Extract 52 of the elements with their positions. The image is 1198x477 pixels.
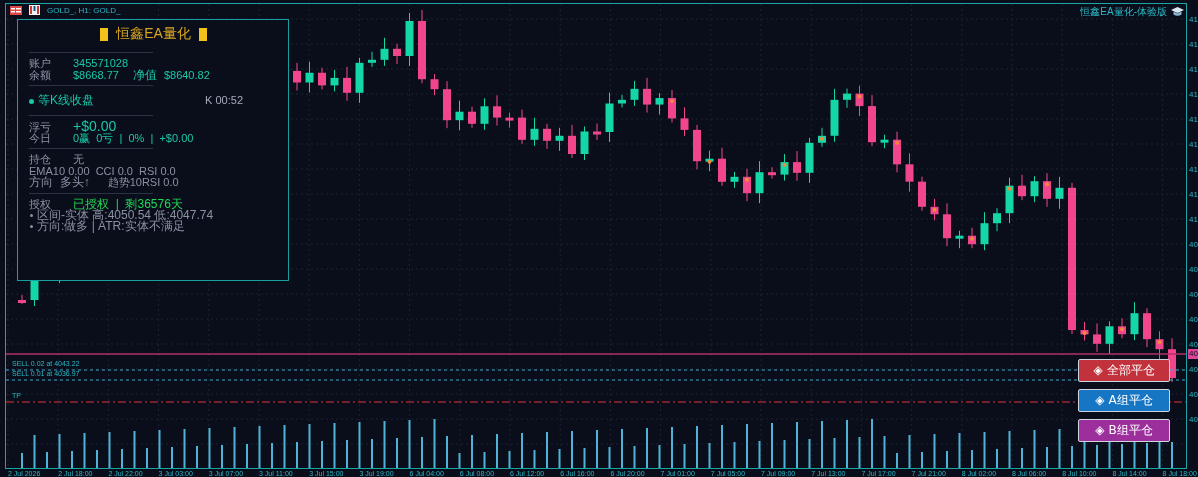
panel-title: 恒鑫EA量化 bbox=[116, 25, 191, 43]
price-axis-label: 41 bbox=[1189, 165, 1198, 174]
price-axis-label: 41 bbox=[1189, 15, 1198, 24]
price-axis-label: 40 bbox=[1189, 365, 1198, 374]
license-status: 已授权 | 剩36576天 bbox=[73, 198, 183, 210]
close-orders-button[interactable]: ◈ B组平仓 bbox=[1078, 419, 1170, 442]
account-label: 账户 bbox=[29, 58, 52, 69]
indicator-values: EMA10 0.00 CCI 0.0 RSI 0.0 bbox=[29, 165, 176, 177]
balance-value: $8668.77 bbox=[73, 69, 119, 81]
note-text: 区间-实体 高:4050.54 低:4047.74 bbox=[37, 210, 214, 221]
position-label: 持仓 bbox=[29, 154, 52, 166]
graduation-cap-icon bbox=[1171, 7, 1184, 17]
current-price-tag: 40 bbox=[1188, 349, 1198, 359]
title-marker-icon bbox=[198, 27, 207, 41]
price-axis-label: 41 bbox=[1189, 115, 1198, 124]
account-number: 345571028 bbox=[73, 58, 129, 70]
price-axis-label: 40 bbox=[1189, 290, 1198, 299]
close-orders-button[interactable]: ◈ 全部平仓 bbox=[1078, 359, 1170, 382]
equity-label: 净值 bbox=[132, 69, 157, 81]
close-orders-button[interactable]: ◈ A组平仓 bbox=[1078, 389, 1170, 412]
note-text: 方向:做多 | ATR:实体不满足 bbox=[37, 221, 185, 232]
today-stats: 0赢 0亏 | 0% | +$0.00 bbox=[73, 132, 194, 144]
brand-title: 恒鑫EA量化-体验版 bbox=[1080, 5, 1167, 19]
bar-timer: K 00:52 bbox=[205, 95, 243, 107]
price-axis-label: 40 bbox=[1189, 265, 1198, 274]
position-value: 无 bbox=[73, 154, 85, 166]
price-axis-label: 40 bbox=[1189, 340, 1198, 349]
price-axis-label: 40 bbox=[1189, 240, 1198, 249]
today-label: 今日 bbox=[29, 132, 52, 144]
bullet-icon bbox=[30, 225, 33, 228]
trend-text: 趋势10RSI 0.0 bbox=[107, 177, 179, 189]
price-axis-label: 41 bbox=[1189, 140, 1198, 149]
price-axis-label: 41 bbox=[1189, 215, 1198, 224]
price-axis-label: 41 bbox=[1189, 65, 1198, 74]
table-icon[interactable] bbox=[10, 5, 22, 15]
equity-value: $8640.82 bbox=[163, 69, 210, 81]
bullet-icon bbox=[30, 214, 33, 217]
chart-title: GOLD_, H1: GOLD_ bbox=[47, 5, 121, 15]
license-label: 授权 bbox=[29, 198, 51, 210]
status-text: 等K线收盘 bbox=[38, 95, 94, 107]
balance-label: 余额 bbox=[29, 69, 52, 81]
floating-value: +$0.00 bbox=[73, 121, 117, 133]
price-axis-label: 41 bbox=[1189, 190, 1198, 199]
title-marker-icon bbox=[100, 27, 109, 41]
floating-label: 浮亏 bbox=[29, 122, 52, 133]
price-axis-label: 40 bbox=[1189, 315, 1198, 324]
chart-icon[interactable] bbox=[29, 5, 40, 15]
status-dot-icon bbox=[29, 98, 34, 104]
price-axis-label: 41 bbox=[1189, 40, 1198, 49]
price-axis-label: 40 bbox=[1189, 390, 1198, 399]
price-axis-label: 41 bbox=[1189, 90, 1198, 99]
price-axis-label: 40 bbox=[1189, 415, 1198, 424]
